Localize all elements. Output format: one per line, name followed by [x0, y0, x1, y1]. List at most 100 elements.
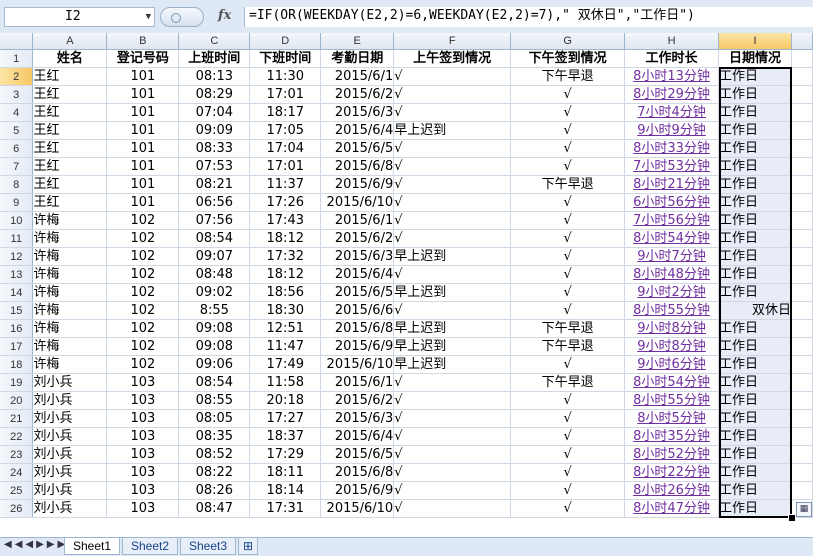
duration-link[interactable]: 8小时21分钟: [624, 175, 720, 194]
header-cell[interactable]: 考勤日期: [320, 49, 395, 68]
date-cell[interactable]: 2015/6/9: [320, 175, 395, 194]
day-type-cell[interactable]: 工作日: [718, 391, 792, 410]
duration-link[interactable]: 8小时54分钟: [624, 373, 720, 392]
empty-cell[interactable]: [791, 193, 813, 212]
empty-cell[interactable]: [791, 121, 813, 140]
id-cell[interactable]: 101: [106, 193, 180, 212]
clock-in-cell[interactable]: 07:53: [178, 157, 251, 176]
afternoon-status-cell[interactable]: √: [510, 499, 626, 518]
row-header[interactable]: 20: [0, 391, 34, 410]
row-header[interactable]: 18: [0, 355, 34, 374]
morning-status-cell[interactable]: √: [393, 175, 512, 194]
day-type-cell[interactable]: 工作日: [718, 265, 792, 284]
date-cell[interactable]: 2015/6/8: [320, 157, 395, 176]
day-type-cell[interactable]: 工作日: [718, 355, 792, 374]
tab-sheet1[interactable]: Sheet1: [64, 538, 121, 555]
clock-in-cell[interactable]: 08:48: [178, 265, 251, 284]
clock-in-cell[interactable]: 08:05: [178, 409, 251, 428]
clock-in-cell[interactable]: 09:09: [178, 121, 251, 140]
empty-cell[interactable]: [791, 445, 813, 464]
id-cell[interactable]: 103: [106, 427, 180, 446]
day-type-cell[interactable]: 工作日: [718, 67, 792, 86]
empty-cell[interactable]: [791, 409, 813, 428]
name-cell[interactable]: 许梅: [32, 283, 108, 302]
name-cell[interactable]: 王红: [32, 85, 108, 104]
duration-link[interactable]: 9小时8分钟: [624, 337, 720, 356]
clock-in-cell[interactable]: 07:04: [178, 103, 251, 122]
header-cell[interactable]: 下班时间: [249, 49, 322, 68]
day-type-cell[interactable]: 工作日: [718, 373, 792, 392]
morning-status-cell[interactable]: 早上迟到: [393, 337, 512, 356]
day-type-cell[interactable]: 工作日: [718, 463, 792, 482]
id-cell[interactable]: 102: [106, 301, 180, 320]
name-cell[interactable]: 刘小兵: [32, 409, 108, 428]
name-cell[interactable]: 刘小兵: [32, 499, 108, 518]
clock-in-cell[interactable]: 08:22: [178, 463, 251, 482]
afternoon-status-cell[interactable]: 下午早退: [510, 337, 626, 356]
date-cell[interactable]: 2015/6/10: [320, 499, 395, 518]
id-cell[interactable]: 103: [106, 391, 180, 410]
clock-out-cell[interactable]: 18:12: [249, 229, 322, 248]
afternoon-status-cell[interactable]: √: [510, 409, 626, 428]
clock-in-cell[interactable]: 09:08: [178, 319, 251, 338]
duration-link[interactable]: 8小时47分钟: [624, 499, 720, 518]
clock-out-cell[interactable]: 18:37: [249, 427, 322, 446]
day-type-cell[interactable]: 工作日: [718, 247, 792, 266]
day-type-cell[interactable]: 双休日: [718, 301, 792, 320]
afternoon-status-cell[interactable]: √: [510, 247, 626, 266]
afternoon-status-cell[interactable]: 下午早退: [510, 373, 626, 392]
row-header[interactable]: 13: [0, 265, 34, 284]
column-header[interactable]: A: [32, 33, 108, 50]
empty-cell[interactable]: [791, 157, 813, 176]
column-header[interactable]: E: [320, 33, 395, 50]
header-cell[interactable]: 登记号码: [106, 49, 180, 68]
empty-cell[interactable]: [791, 373, 813, 392]
empty-cell[interactable]: [791, 85, 813, 104]
afternoon-status-cell[interactable]: √: [510, 283, 626, 302]
tab-sheet2[interactable]: Sheet2: [122, 538, 179, 555]
date-cell[interactable]: 2015/6/4: [320, 427, 395, 446]
morning-status-cell[interactable]: 早上迟到: [393, 319, 512, 338]
day-type-cell[interactable]: 工作日: [718, 283, 792, 302]
id-cell[interactable]: 102: [106, 247, 180, 266]
id-cell[interactable]: 103: [106, 373, 180, 392]
formula-input[interactable]: =IF(OR(WEEKDAY(E2,2)=6,WEEKDAY(E2,2)=7),…: [244, 7, 813, 27]
row-header[interactable]: 22: [0, 427, 34, 446]
day-type-cell[interactable]: 工作日: [718, 445, 792, 464]
name-box[interactable]: I2 ▼: [4, 7, 155, 27]
day-type-cell[interactable]: 工作日: [718, 499, 792, 518]
empty-cell[interactable]: [791, 481, 813, 500]
date-cell[interactable]: 2015/6/8: [320, 319, 395, 338]
clock-in-cell[interactable]: 08:54: [178, 373, 251, 392]
empty-cell[interactable]: [791, 49, 813, 68]
morning-status-cell[interactable]: √: [393, 427, 512, 446]
select-all-corner[interactable]: [0, 33, 34, 50]
name-cell[interactable]: 许梅: [32, 355, 108, 374]
header-cell[interactable]: 上班时间: [178, 49, 251, 68]
row-header[interactable]: 17: [0, 337, 34, 356]
row-header[interactable]: 24: [0, 463, 34, 482]
empty-cell[interactable]: [791, 103, 813, 122]
row-header[interactable]: 11: [0, 229, 34, 248]
clock-out-cell[interactable]: 17:01: [249, 157, 322, 176]
duration-link[interactable]: 6小时56分钟: [624, 193, 720, 212]
empty-cell[interactable]: [791, 229, 813, 248]
morning-status-cell[interactable]: √: [393, 463, 512, 482]
duration-link[interactable]: 9小时8分钟: [624, 319, 720, 338]
clock-in-cell[interactable]: 08:54: [178, 229, 251, 248]
day-type-cell[interactable]: 工作日: [718, 337, 792, 356]
date-cell[interactable]: 2015/6/10: [320, 193, 395, 212]
tab-navigation-icons[interactable]: ◀◀◀▶▶▶: [4, 539, 68, 550]
id-cell[interactable]: 102: [106, 283, 180, 302]
name-cell[interactable]: 刘小兵: [32, 427, 108, 446]
duration-link[interactable]: 8小时55分钟: [624, 301, 720, 320]
name-cell[interactable]: 刘小兵: [32, 373, 108, 392]
name-cell[interactable]: 王红: [32, 121, 108, 140]
id-cell[interactable]: 103: [106, 481, 180, 500]
clock-in-cell[interactable]: 08:13: [178, 67, 251, 86]
id-cell[interactable]: 102: [106, 211, 180, 230]
day-type-cell[interactable]: 工作日: [718, 175, 792, 194]
insert-function-button[interactable]: fx: [218, 8, 231, 23]
date-cell[interactable]: 2015/6/3: [320, 409, 395, 428]
duration-link[interactable]: 8小时35分钟: [624, 427, 720, 446]
